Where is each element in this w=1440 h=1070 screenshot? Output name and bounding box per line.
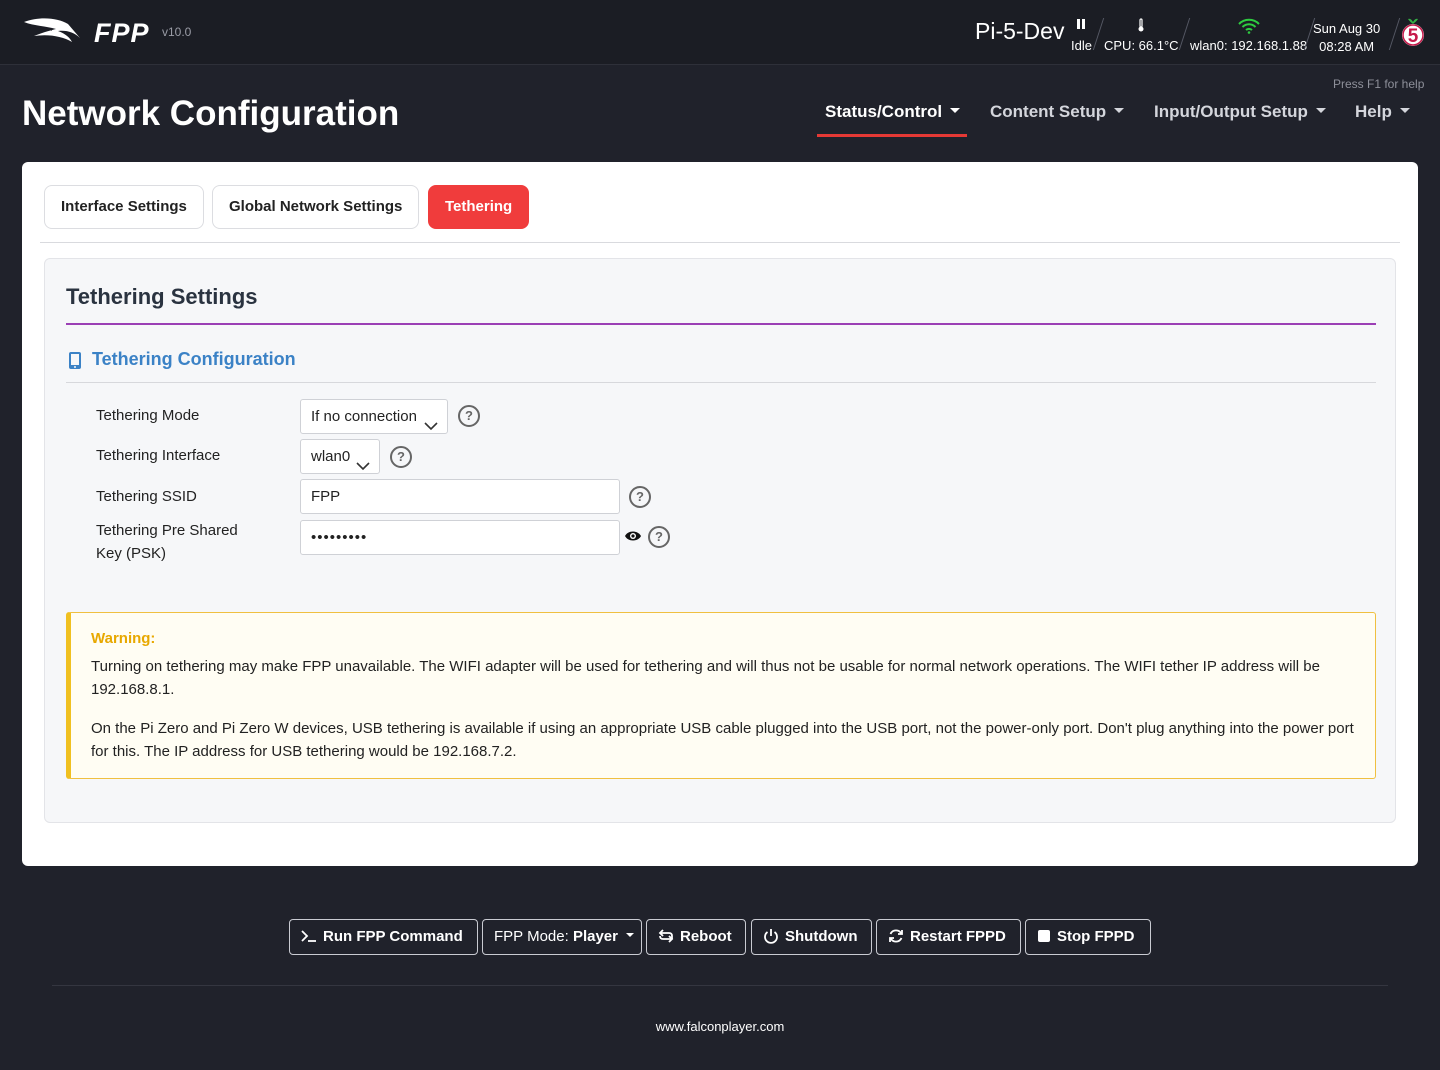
- run-fpp-command-label: Run FPP Command: [323, 928, 463, 945]
- header-separator: [1388, 18, 1401, 50]
- refresh-icon: [889, 929, 903, 943]
- fpp-mode-value: Player: [572, 928, 618, 945]
- tethering-ssid-label: Tethering SSID: [96, 488, 197, 505]
- caret-down-icon: [625, 933, 634, 938]
- hostname: Pi-5-Dev: [975, 18, 1065, 44]
- footer-link[interactable]: www.falconplayer.com: [0, 1019, 1440, 1034]
- shutdown-button[interactable]: Shutdown: [751, 919, 872, 955]
- chevron-down-icon: [424, 410, 438, 443]
- psk-label-line1: Tethering Pre Shared: [96, 522, 238, 539]
- section-title: Tethering Configuration: [92, 349, 296, 369]
- player-status: Idle: [1071, 18, 1092, 53]
- warning-box: Warning: Turning on tethering may make F…: [66, 612, 1376, 779]
- section-divider: [66, 382, 1376, 383]
- tab-interface-settings[interactable]: Interface Settings: [44, 185, 204, 229]
- pause-icon: [1071, 18, 1092, 36]
- top-header: FPP v10.0 Pi-5-Dev Idle CPU: 66.1°C wlan…: [0, 0, 1440, 65]
- caret-down-icon: [950, 108, 961, 114]
- footer-divider: [52, 985, 1388, 986]
- nav-label: Status/Control: [825, 102, 943, 121]
- caret-down-icon: [1315, 108, 1326, 114]
- help-icon[interactable]: ?: [648, 526, 670, 548]
- nav-content-setup[interactable]: Content Setup: [990, 102, 1125, 122]
- tab-global-network-settings[interactable]: Global Network Settings: [212, 185, 420, 229]
- reboot-button[interactable]: Reboot: [646, 919, 746, 955]
- pi-model-text: 5: [1408, 26, 1419, 47]
- falcon-logo-icon[interactable]: [22, 14, 82, 51]
- panel-title: Tethering Settings: [66, 284, 258, 309]
- header-separator: [1178, 18, 1191, 50]
- tab-tethering[interactable]: Tethering: [428, 185, 530, 229]
- network-text: wlan0: 192.168.1.88: [1190, 38, 1308, 53]
- nav-label: Input/Output Setup: [1154, 102, 1308, 121]
- restart-fppd-button[interactable]: Restart FPPD: [876, 919, 1021, 955]
- fpp-mode-dropdown[interactable]: FPP Mode: Player: [482, 919, 642, 955]
- brand-name: FPP: [94, 18, 150, 48]
- nav-label: Content Setup: [990, 102, 1107, 121]
- warning-paragraph-2: On the Pi Zero and Pi Zero W devices, US…: [91, 720, 1354, 760]
- eye-icon[interactable]: [624, 529, 642, 548]
- help-icon[interactable]: ?: [458, 405, 480, 427]
- nav-input-output-setup[interactable]: Input/Output Setup: [1154, 102, 1326, 122]
- header-separator: [1092, 18, 1105, 50]
- help-icon[interactable]: ?: [390, 446, 412, 468]
- stop-fppd-button[interactable]: Stop FPPD: [1025, 919, 1151, 955]
- tethering-ssid-input[interactable]: FPP: [300, 479, 620, 514]
- version-label: v10.0: [162, 25, 192, 39]
- psk-label-line2: Key (PSK): [96, 545, 167, 562]
- date-text: Sun Aug 30: [1313, 21, 1381, 36]
- stop-icon: [1038, 930, 1050, 943]
- status-text: Idle: [1071, 38, 1092, 53]
- terminal-icon: [301, 930, 316, 942]
- thermometer-icon: [1104, 18, 1179, 36]
- power-icon: [764, 929, 778, 944]
- wifi-icon: [1190, 18, 1307, 36]
- main-card: Interface Settings Global Network Settin…: [22, 162, 1418, 866]
- caret-down-icon: [1399, 108, 1410, 114]
- clock: Sun Aug 30 08:28 AM: [1313, 20, 1380, 56]
- tethering-interface-select[interactable]: wlan0: [300, 439, 380, 474]
- tablet-icon: [68, 351, 82, 375]
- nav-active-indicator: [817, 134, 967, 137]
- warning-title: Warning:: [91, 630, 156, 647]
- fpp-mode-prefix: FPP Mode:: [494, 928, 569, 945]
- time-text: 08:28 AM: [1319, 39, 1375, 54]
- title-divider: [66, 323, 1376, 325]
- run-fpp-command-button[interactable]: Run FPP Command: [289, 919, 478, 955]
- reboot-icon: [658, 929, 674, 943]
- shutdown-label: Shutdown: [785, 928, 858, 945]
- tethering-psk-input[interactable]: •••••••••: [300, 520, 620, 555]
- warning-paragraph-1: Turning on tethering may make FPP unavai…: [91, 658, 1320, 698]
- cpu-text: CPU: 66.1°C: [1104, 38, 1179, 53]
- reboot-label: Reboot: [680, 928, 732, 945]
- raspberry-pi-icon: 5: [1400, 16, 1426, 53]
- cpu-temp: CPU: 66.1°C: [1104, 18, 1179, 53]
- caret-down-icon: [1114, 108, 1125, 114]
- tethering-interface-label: Tethering Interface: [96, 447, 221, 464]
- help-hint: Press F1 for help: [1333, 77, 1425, 91]
- restart-fppd-label: Restart FPPD: [910, 928, 1006, 945]
- tethering-interface-value: wlan0: [311, 448, 351, 465]
- tethering-mode-select[interactable]: If no connection: [300, 399, 448, 434]
- stop-fppd-label: Stop FPPD: [1057, 928, 1135, 945]
- tethering-mode-label: Tethering Mode: [96, 407, 200, 424]
- help-icon[interactable]: ?: [629, 486, 651, 508]
- tethering-panel: Tethering Settings Tethering Configurati…: [44, 258, 1396, 823]
- page-title: Network Configuration: [22, 94, 400, 133]
- nav-label: Help: [1355, 102, 1392, 121]
- network-status: wlan0: 192.168.1.88: [1190, 18, 1307, 53]
- tethering-mode-value: If no connection: [311, 408, 417, 425]
- tabs-divider: [40, 242, 1400, 243]
- nav-status-control[interactable]: Status/Control: [825, 102, 961, 122]
- nav-help[interactable]: Help: [1355, 102, 1410, 122]
- tethering-psk-label: Tethering Pre Shared Key (PSK): [96, 519, 238, 565]
